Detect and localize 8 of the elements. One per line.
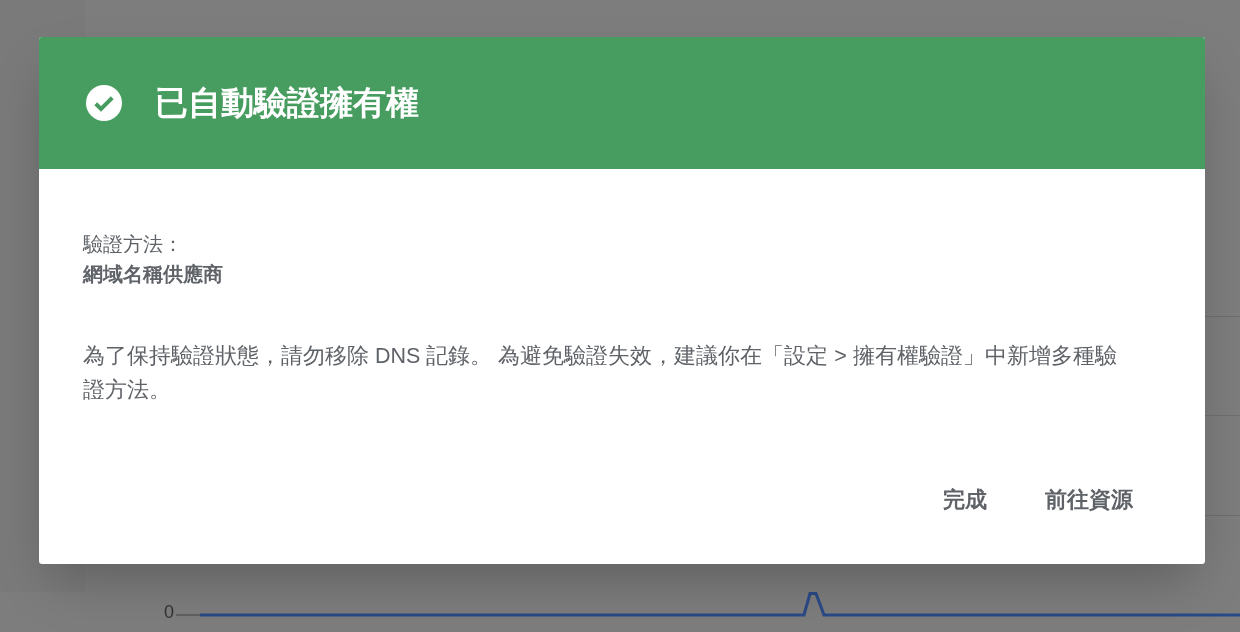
dialog-button[interactable]: 前往資源 [1031,477,1147,522]
method-value: 網域名稱供應商 [83,262,224,287]
method-label: 驗證方法： [83,232,184,257]
message-text: 為了保持驗證狀態，請勿移除 DNS 記錄。 為避免驗證失效，建議你在「設定 > 擁有權驗證」中新增多種驗證方法。 [83,343,1118,404]
dialog-button[interactable]: 完成 [929,477,1001,522]
dialog-title: 已自動驗證擁有權 [155,83,419,124]
check-circle-icon [86,85,122,121]
axis-tick-label: 0 [163,600,174,624]
